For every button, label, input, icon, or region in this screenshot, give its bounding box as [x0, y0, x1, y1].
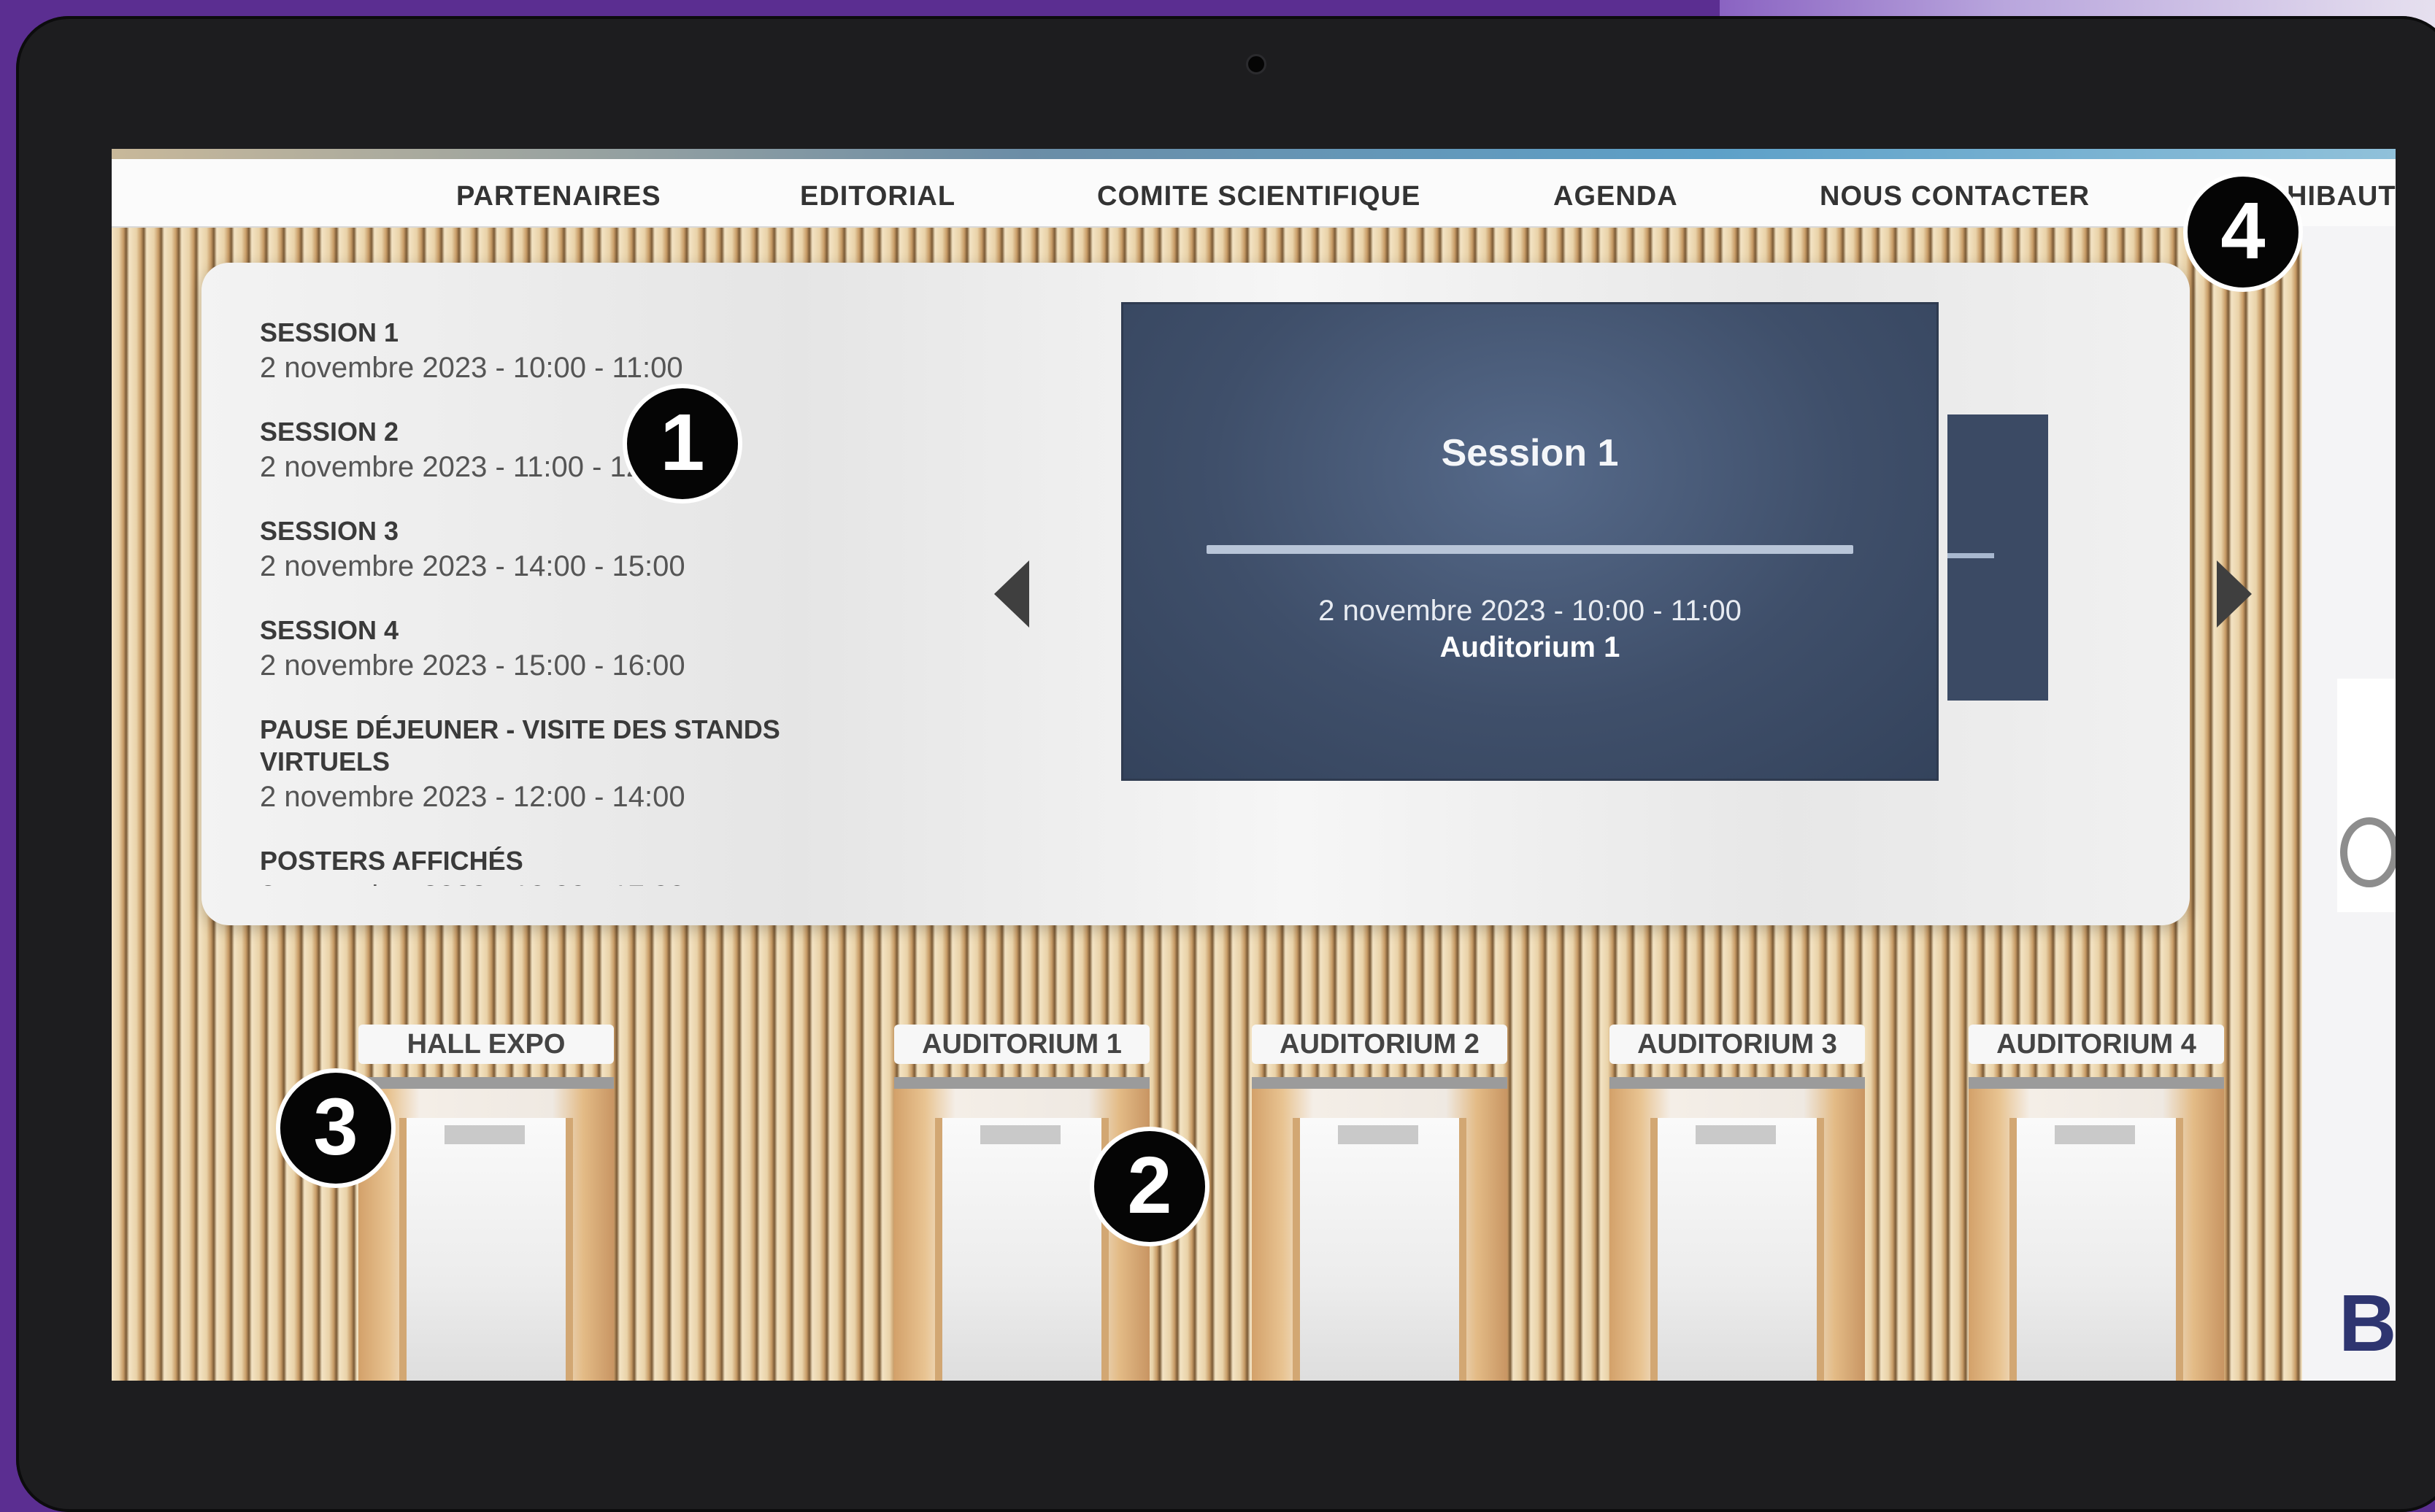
arrow-right-icon[interactable]: [2217, 560, 2252, 628]
slide-title: Session 1: [1441, 432, 1619, 474]
schedule-panel: SESSION 1 2 novembre 2023 - 10:00 - 11:0…: [201, 263, 2252, 925]
session-time: 2 novembre 2023 - 12:00 - 14:00: [260, 781, 685, 813]
session-title: SESSION 3: [260, 516, 399, 546]
slide-divider: [1947, 553, 1994, 558]
side-letter: B: [2339, 1278, 2396, 1368]
list-item[interactable]: SESSION 3 2 novembre 2023 - 14:00 - 15:0…: [260, 515, 917, 585]
room-label: AUDITORIUM 2: [1252, 1025, 1507, 1064]
callout-marker-4: 4: [2183, 172, 2303, 292]
session-title: SESSION 1: [260, 317, 399, 347]
nav-cut-item[interactable]: HIBAUT: [2287, 181, 2396, 212]
nav-nous-contacter[interactable]: NOUS CONTACTER: [1820, 181, 2090, 212]
nav-editorial[interactable]: EDITORIAL: [800, 181, 955, 212]
list-item[interactable]: SESSION 1 2 novembre 2023 - 10:00 - 11:0…: [260, 317, 917, 387]
screen: PARTENAIRES EDITORIAL COMITE SCIENTIFIQU…: [112, 149, 2396, 1381]
room-doorway: [1252, 1077, 1507, 1381]
session-title: PAUSE DÉJEUNER - VISITE DES STANDS VIRTU…: [260, 714, 780, 776]
session-slide[interactable]: Session 1 2 novembre 2023 - 10:00 - 11:0…: [1121, 302, 1939, 781]
room-auditorium-4[interactable]: AUDITORIUM 4: [1969, 1025, 2224, 1381]
list-item[interactable]: SESSION 4 2 novembre 2023 - 15:00 - 16:0…: [260, 614, 917, 684]
room-doorway: [1609, 1077, 1865, 1381]
header-stripe: [112, 149, 2396, 159]
room-label: HALL EXPO: [358, 1025, 614, 1064]
nav-comite-scientifique[interactable]: COMITE SCIENTIFIQUE: [1097, 181, 1420, 212]
session-time: 2 novembre 2023 - 10:00 - 11:00: [260, 352, 683, 384]
room-label: AUDITORIUM 3: [1609, 1025, 1865, 1064]
callout-marker-2: 2: [1090, 1127, 1209, 1246]
session-time: 2 novembre 2023 - 11:00 - 12:00: [260, 451, 683, 483]
room-auditorium-2[interactable]: AUDITORIUM 2: [1252, 1025, 1507, 1381]
room-doorway: [358, 1077, 614, 1381]
session-title: POSTERS AFFICHÉS: [260, 846, 523, 876]
top-navigation: PARTENAIRES EDITORIAL COMITE SCIENTIFIQU…: [112, 159, 2396, 228]
room-label: AUDITORIUM 1: [894, 1025, 1150, 1064]
session-time: 2 novembre 2023 - 15:00 - 16:00: [260, 649, 685, 682]
right-side-panel: B: [2302, 226, 2396, 1381]
slide-date: 2 novembre 2023 - 10:00 - 11:00: [1318, 595, 1742, 627]
camera-icon: [1246, 54, 1266, 74]
room-auditorium-3[interactable]: AUDITORIUM 3: [1609, 1025, 1865, 1381]
slide-divider: [1207, 545, 1853, 554]
slide-room: Auditorium 1: [1439, 631, 1620, 663]
room-label: AUDITORIUM 4: [1969, 1025, 2224, 1064]
nav-partenaires[interactable]: PARTENAIRES: [456, 181, 661, 212]
callout-marker-1: 1: [623, 384, 742, 504]
session-time: 2 novembre 2023 - 14:00 - 15:00: [260, 550, 685, 582]
tablet-frame: PARTENAIRES EDITORIAL COMITE SCIENTIFIQU…: [16, 16, 2435, 1512]
list-item[interactable]: SESSION 2 2 novembre 2023 - 11:00 - 12:0…: [260, 416, 917, 486]
e-logo-icon: [2340, 817, 2396, 887]
list-item[interactable]: POSTERS AFFICHÉS 2 novembre 2023 - 10:00…: [260, 845, 917, 886]
list-item[interactable]: PAUSE DÉJEUNER - VISITE DES STANDS VIRTU…: [260, 714, 917, 816]
room-doorway: [1969, 1077, 2224, 1381]
next-slide-preview[interactable]: [1947, 414, 2048, 701]
session-time: 2 novembre 2023 - 10:00 - 17:00: [260, 877, 917, 886]
room-hall-expo[interactable]: HALL EXPO: [358, 1025, 614, 1381]
session-title: SESSION 4: [260, 615, 399, 645]
nav-agenda[interactable]: AGENDA: [1553, 181, 1678, 212]
callout-marker-3: 3: [276, 1068, 396, 1188]
session-title: SESSION 2: [260, 417, 399, 447]
session-list[interactable]: SESSION 1 2 novembre 2023 - 10:00 - 11:0…: [260, 317, 917, 886]
arrow-left-icon[interactable]: [994, 560, 1029, 628]
